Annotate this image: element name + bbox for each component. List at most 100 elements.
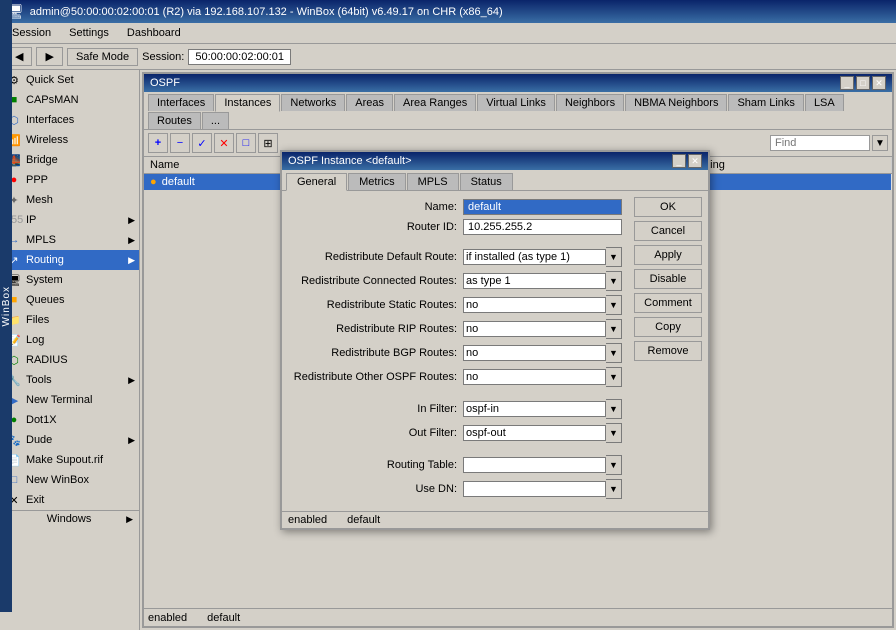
redist-static-select[interactable]: no [463, 297, 606, 313]
sidebar-item-dude[interactable]: 🐾 Dude ▶ [0, 430, 139, 450]
sidebar-item-files[interactable]: 📁 Files [0, 310, 139, 330]
sidebar-item-queues[interactable]: ■ Queues [0, 290, 139, 310]
sidebar-item-mesh[interactable]: ✦ Mesh [0, 190, 139, 210]
dialog-actions: OK Cancel Apply Disable Comment Copy Rem… [628, 191, 708, 511]
sidebar-item-capsman[interactable]: ■ CAPsMAN [0, 90, 139, 110]
sidebar-item-bridge[interactable]: 🌉 Bridge [0, 150, 139, 170]
tab-virtual-links[interactable]: Virtual Links [477, 94, 555, 111]
redist-default-arrow[interactable]: ▼ [606, 247, 622, 267]
tab-areas[interactable]: Areas [346, 94, 393, 111]
in-filter-select-row: ospf-in ▼ [463, 399, 622, 419]
redist-bgp-arrow[interactable]: ▼ [606, 343, 622, 363]
sidebar-item-dot1x[interactable]: ● Dot1X [0, 410, 139, 430]
tab-nbma-neighbors[interactable]: NBMA Neighbors [625, 94, 727, 111]
redist-rip-select[interactable]: no [463, 321, 606, 337]
tab-instances[interactable]: Instances [215, 94, 280, 112]
in-filter-arrow[interactable]: ▼ [606, 399, 622, 419]
content-area: OSPF _ □ ✕ Interfaces Instances Networks… [140, 70, 896, 630]
tab-networks[interactable]: Networks [281, 94, 345, 111]
sidebar-item-radius[interactable]: ⬡ RADIUS [0, 350, 139, 370]
redist-static-arrow[interactable]: ▼ [606, 295, 622, 315]
forward-button[interactable]: ▶ [36, 47, 62, 66]
sidebar-label-log: Log [26, 334, 44, 346]
sidebar-item-quickset[interactable]: ⚙ Quick Set [0, 70, 139, 90]
dialog-tab-status[interactable]: Status [460, 173, 513, 190]
redist-connected-arrow[interactable]: ▼ [606, 271, 622, 291]
dialog-close-btn[interactable]: ✕ [688, 154, 702, 168]
ospf-maximize-btn[interactable]: □ [856, 76, 870, 90]
routing-table-select[interactable] [463, 457, 606, 473]
sidebar-item-wireless[interactable]: 📶 Wireless [0, 130, 139, 150]
tab-sham-links[interactable]: Sham Links [728, 94, 803, 111]
sidebar-label-bridge: Bridge [26, 154, 58, 166]
disable-btn[interactable]: ✕ [214, 133, 234, 153]
ospf-minimize-btn[interactable]: _ [840, 76, 854, 90]
out-filter-arrow[interactable]: ▼ [606, 423, 622, 443]
redist-bgp-select[interactable]: no [463, 345, 606, 361]
redist-other-select[interactable]: no [463, 369, 606, 385]
remove-btn[interactable]: − [170, 133, 190, 153]
disable-button[interactable]: Disable [634, 269, 702, 289]
dialog-tab-mpls[interactable]: MPLS [407, 173, 459, 190]
sidebar-label-quickset: Quick Set [26, 74, 74, 86]
copy-btn[interactable]: □ [236, 133, 256, 153]
redist-other-select-row: no ▼ [463, 367, 622, 387]
sidebar-item-tools[interactable]: 🔧 Tools ▶ [0, 370, 139, 390]
tab-more[interactable]: ... [202, 112, 229, 129]
comment-button[interactable]: Comment [634, 293, 702, 313]
sidebar-item-supout[interactable]: 📄 Make Supout.rif [0, 450, 139, 470]
enable-btn[interactable]: ✓ [192, 133, 212, 153]
menu-session[interactable]: Session [4, 25, 59, 41]
redist-connected-select[interactable]: as type 1 [463, 273, 606, 289]
windows-section[interactable]: ■ Windows ▶ [0, 510, 139, 527]
sidebar-item-system[interactable]: 🖥 System [0, 270, 139, 290]
tab-lsa[interactable]: LSA [805, 94, 844, 111]
sidebar-item-exit[interactable]: ✕ Exit [0, 490, 139, 510]
copy-button[interactable]: Copy [634, 317, 702, 337]
redist-rip-row: Redistribute RIP Routes: no ▼ [288, 319, 622, 339]
redist-bgp-row: Redistribute BGP Routes: no ▼ [288, 343, 622, 363]
use-dn-arrow[interactable]: ▼ [606, 479, 622, 499]
redist-other-arrow[interactable]: ▼ [606, 367, 622, 387]
find-arrow[interactable]: ▼ [872, 135, 888, 151]
tab-interfaces[interactable]: Interfaces [148, 94, 214, 111]
dialog-tab-general[interactable]: General [286, 173, 347, 191]
dialog-tab-metrics[interactable]: Metrics [348, 173, 405, 190]
redist-default-select[interactable]: if installed (as type 1) [463, 249, 606, 265]
sidebar-label-exit: Exit [26, 494, 44, 506]
filter-btn[interactable]: ⊞ [258, 133, 278, 153]
tab-area-ranges[interactable]: Area Ranges [394, 94, 476, 111]
dialog-minimize-btn[interactable]: _ [672, 154, 686, 168]
safemode-button[interactable]: Safe Mode [67, 48, 138, 66]
sidebar-item-interfaces[interactable]: ⬡ Interfaces [0, 110, 139, 130]
sidebar-item-log[interactable]: 📝 Log [0, 330, 139, 350]
dialog-content: Name: Router ID: Redistribute Default Ro… [282, 191, 708, 511]
menu-settings[interactable]: Settings [61, 25, 117, 41]
sidebar-item-newwinbox[interactable]: □ New WinBox [0, 470, 139, 490]
sidebar-item-ip[interactable]: 255 IP ▶ [0, 210, 139, 230]
remove-button[interactable]: Remove [634, 341, 702, 361]
redist-rip-arrow[interactable]: ▼ [606, 319, 622, 339]
ospf-close-btn[interactable]: ✕ [872, 76, 886, 90]
add-btn[interactable]: + [148, 133, 168, 153]
sidebar-item-terminal[interactable]: ▶ New Terminal [0, 390, 139, 410]
routing-table-arrow[interactable]: ▼ [606, 455, 622, 475]
tab-neighbors[interactable]: Neighbors [556, 94, 624, 111]
sidebar-item-mpls[interactable]: → MPLS ▶ [0, 230, 139, 250]
name-input[interactable] [463, 199, 622, 215]
tab-routes[interactable]: Routes [148, 112, 201, 129]
sidebar-item-routing[interactable]: ↗ Routing ▶ [0, 250, 139, 270]
menu-dashboard[interactable]: Dashboard [119, 25, 189, 41]
apply-button[interactable]: Apply [634, 245, 702, 265]
menu-bar: Session Settings Dashboard [0, 23, 896, 44]
cancel-button[interactable]: Cancel [634, 221, 702, 241]
ok-button[interactable]: OK [634, 197, 702, 217]
router-id-input[interactable] [463, 219, 622, 235]
find-input[interactable] [770, 135, 870, 151]
sidebar-item-ppp[interactable]: ● PPP [0, 170, 139, 190]
use-dn-select[interactable] [463, 481, 606, 497]
out-filter-select[interactable]: ospf-out [463, 425, 606, 441]
in-filter-select[interactable]: ospf-in [463, 401, 606, 417]
sidebar-label-routing: Routing [26, 254, 64, 266]
dialog-form: Name: Router ID: Redistribute Default Ro… [282, 191, 628, 511]
